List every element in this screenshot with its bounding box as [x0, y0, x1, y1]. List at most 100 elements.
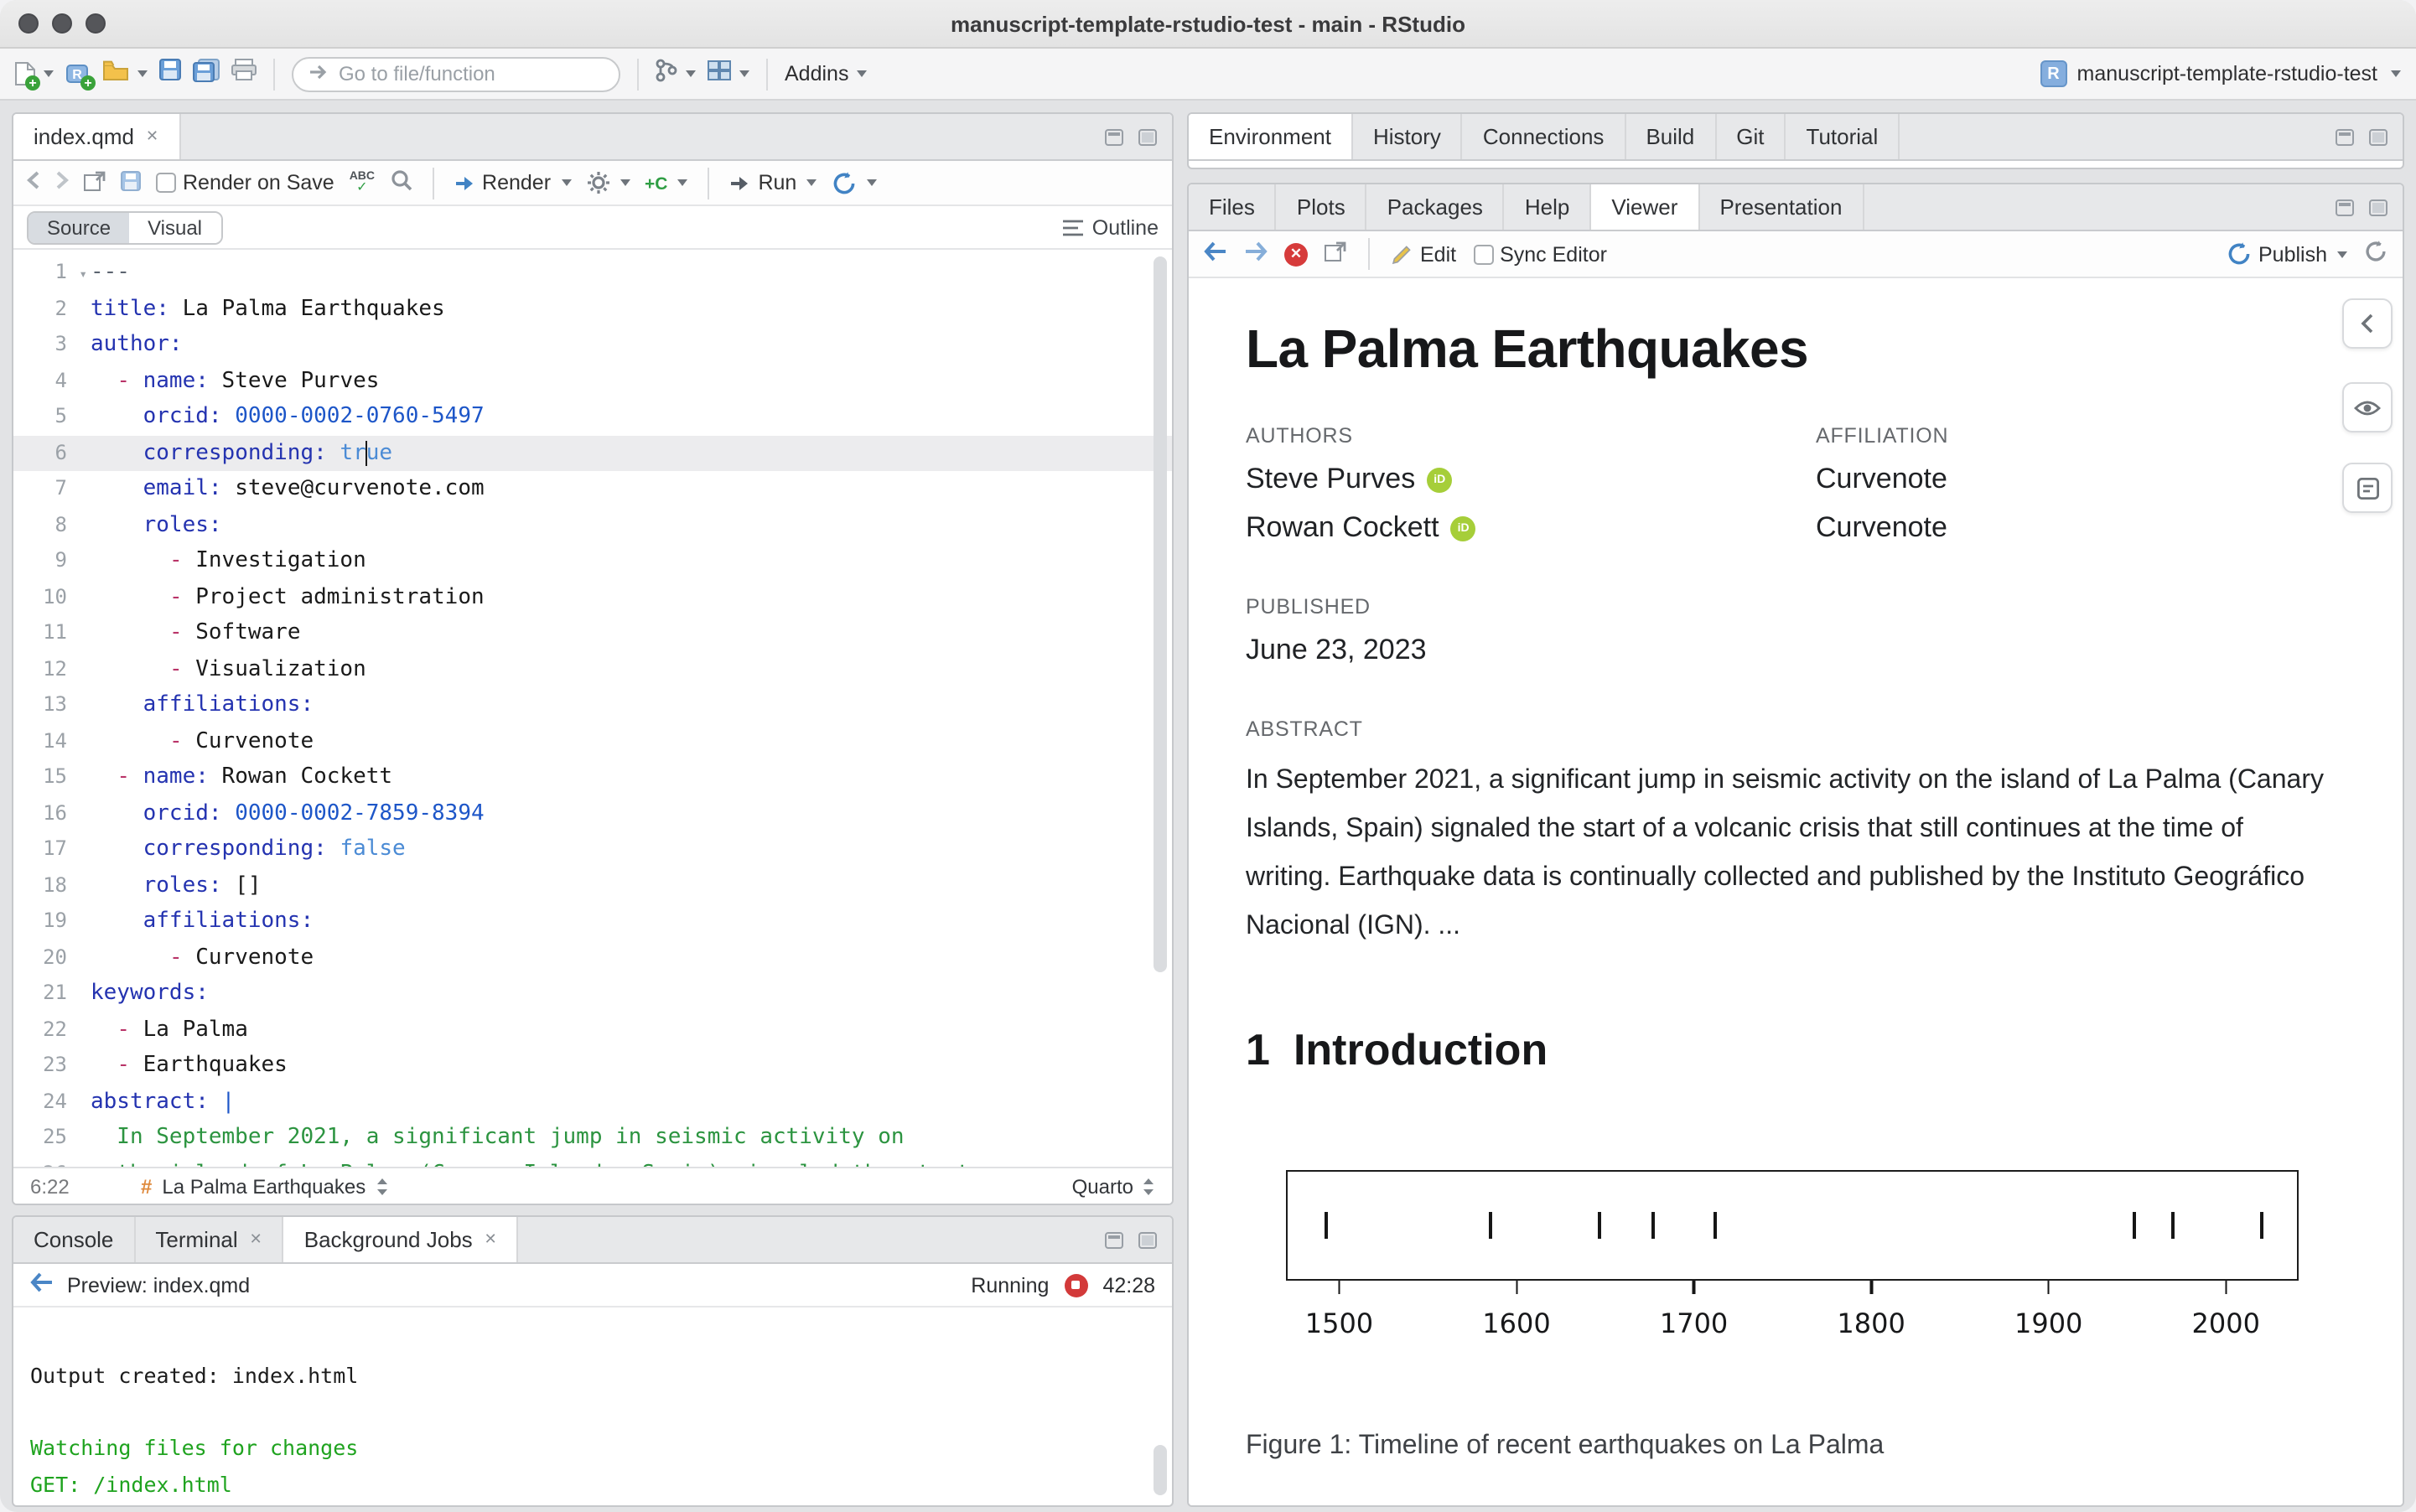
- code-line[interactable]: 14 - Curvenote: [13, 723, 1172, 759]
- tab-connections[interactable]: Connections: [1463, 114, 1626, 159]
- close-tab-icon[interactable]: ✕: [146, 127, 158, 146]
- back-button[interactable]: [27, 171, 40, 194]
- print-button[interactable]: [231, 59, 257, 89]
- code-line[interactable]: 1 ▾ ---: [13, 255, 1172, 291]
- minimize-pane-icon[interactable]: [2336, 199, 2354, 215]
- addins-menu[interactable]: Addins: [785, 62, 868, 85]
- minimize-pane-icon[interactable]: [1105, 1231, 1123, 1248]
- code-line[interactable]: 5 orcid: 0000-0002-0760-5497: [13, 399, 1172, 435]
- page-notes-button[interactable]: [2342, 463, 2393, 513]
- collapse-sidebar-button[interactable]: [2342, 298, 2393, 349]
- back-to-jobs-icon[interactable]: [30, 1272, 54, 1297]
- render-button[interactable]: Render: [454, 171, 572, 194]
- visual-mode-button[interactable]: Visual: [129, 212, 220, 242]
- stop-job-icon[interactable]: [1064, 1273, 1088, 1297]
- code-line[interactable]: 24 abstract: |: [13, 1084, 1172, 1120]
- code-line[interactable]: 13 affiliations:: [13, 687, 1172, 723]
- code-editor[interactable]: 1 ▾ --- 2 title: La Palma Earthquakes 3 author…: [13, 250, 1172, 1167]
- code-line[interactable]: 20 - Curvenote: [13, 940, 1172, 976]
- open-file-button[interactable]: [102, 59, 148, 89]
- code-line[interactable]: 6 corresponding: true: [13, 435, 1172, 471]
- code-line[interactable]: 23 - Earthquakes: [13, 1048, 1172, 1084]
- settings-button[interactable]: [586, 171, 630, 194]
- tab-terminal[interactable]: Terminal ✕: [135, 1217, 284, 1262]
- code-line[interactable]: 26 the island of La Palma (Canary Island…: [13, 1156, 1172, 1167]
- spellcheck-icon[interactable]: [350, 171, 375, 194]
- editor-scrollbar[interactable]: [1154, 256, 1167, 972]
- clear-viewer-icon[interactable]: [1284, 242, 1308, 266]
- code-line[interactable]: 3 author:: [13, 327, 1172, 363]
- version-control-button[interactable]: [656, 58, 696, 90]
- code-line[interactable]: 15 - name: Rowan Cockett: [13, 759, 1172, 795]
- source-mode-button[interactable]: Source: [29, 212, 130, 242]
- code-line[interactable]: 17 corresponding: false: [13, 831, 1172, 867]
- code-line[interactable]: 11 - Software: [13, 615, 1172, 651]
- code-line[interactable]: 8 roles:: [13, 507, 1172, 543]
- edit-button[interactable]: Edit: [1392, 242, 1456, 266]
- project-menu[interactable]: R manuscript-template-rstudio-test: [2040, 60, 2401, 87]
- viewer-back-button[interactable]: [1204, 241, 1227, 267]
- code-line[interactable]: 10 - Project administration: [13, 579, 1172, 615]
- maximize-pane-icon[interactable]: [1138, 1231, 1157, 1248]
- close-window-button[interactable]: [18, 13, 39, 34]
- search-icon[interactable]: [390, 169, 412, 196]
- code-line[interactable]: 25 In September 2021, a significant jump…: [13, 1120, 1172, 1156]
- job-output[interactable]: Output created: index.html Watching file…: [13, 1307, 1172, 1505]
- orcid-icon[interactable]: [1427, 467, 1453, 492]
- code-line[interactable]: 22 - La Palma: [13, 1012, 1172, 1048]
- code-line[interactable]: 18 roles: []: [13, 867, 1172, 904]
- viewer-forward-button[interactable]: [1244, 241, 1268, 267]
- insert-chunk-button[interactable]: [645, 171, 688, 194]
- close-tab-icon[interactable]: ✕: [485, 1230, 497, 1249]
- goto-file-search[interactable]: [292, 56, 620, 91]
- tab-index-qmd[interactable]: index.qmd ✕: [13, 114, 181, 159]
- tab-history[interactable]: History: [1353, 114, 1463, 159]
- tab-git[interactable]: Git: [1716, 114, 1786, 159]
- code-line[interactable]: 4 - name: Steve Purves: [13, 363, 1172, 399]
- tab-help[interactable]: Help: [1505, 184, 1592, 230]
- tab-packages[interactable]: Packages: [1367, 184, 1505, 230]
- tab-viewer[interactable]: Viewer: [1591, 184, 1700, 230]
- publish-button[interactable]: Publish: [2227, 241, 2347, 267]
- show-highlights-button[interactable]: [2342, 382, 2393, 432]
- save-document-button[interactable]: [121, 170, 141, 195]
- pane-layout-button[interactable]: [708, 59, 749, 89]
- doc-type-selector[interactable]: Quarto: [1072, 1174, 1155, 1198]
- minimize-pane-icon[interactable]: [1105, 128, 1123, 145]
- goto-input[interactable]: [339, 62, 604, 85]
- console-scrollbar[interactable]: [1154, 1445, 1167, 1495]
- rerun-button[interactable]: [832, 170, 878, 195]
- maximize-pane-icon[interactable]: [2369, 128, 2387, 145]
- viewer-popout-button[interactable]: [1325, 241, 1346, 267]
- code-line[interactable]: 16 orcid: 0000-0002-7859-8394: [13, 795, 1172, 831]
- new-file-button[interactable]: [15, 62, 54, 91]
- code-line[interactable]: 21 keywords:: [13, 976, 1172, 1012]
- save-button[interactable]: [159, 59, 181, 89]
- tab-environment[interactable]: Environment: [1189, 114, 1353, 159]
- outline-toggle[interactable]: Outline: [1063, 215, 1159, 239]
- render-on-save-checkbox[interactable]: Render on Save: [156, 171, 334, 194]
- sync-editor-checkbox[interactable]: Sync Editor: [1473, 242, 1607, 266]
- code-line[interactable]: 7 email: steve@curvenote.com: [13, 471, 1172, 507]
- tab-background-jobs[interactable]: Background Jobs ✕: [283, 1217, 519, 1262]
- new-project-button[interactable]: R: [65, 62, 96, 91]
- rendered-document[interactable]: La Palma Earthquakes AUTHORS AFFILIATION…: [1189, 278, 2403, 1505]
- orcid-icon[interactable]: [1450, 515, 1476, 541]
- run-button[interactable]: Run: [729, 171, 817, 194]
- code-line[interactable]: 12 - Visualization: [13, 651, 1172, 687]
- tab-console[interactable]: Console: [13, 1217, 136, 1262]
- code-line[interactable]: 2 title: La Palma Earthquakes: [13, 291, 1172, 327]
- viewer-refresh-button[interactable]: [2364, 240, 2387, 268]
- zoom-window-button[interactable]: [86, 13, 106, 34]
- save-all-button[interactable]: [193, 58, 220, 90]
- minimize-window-button[interactable]: [52, 13, 72, 34]
- close-tab-icon[interactable]: ✕: [250, 1230, 262, 1249]
- section-navigator[interactable]: # La Palma Earthquakes: [141, 1174, 389, 1198]
- popout-button[interactable]: [84, 170, 106, 195]
- tab-presentation[interactable]: Presentation: [1699, 184, 1864, 230]
- forward-button[interactable]: [55, 171, 69, 194]
- tab-plots[interactable]: Plots: [1277, 184, 1367, 230]
- tab-tutorial[interactable]: Tutorial: [1786, 114, 1900, 159]
- fold-caret-icon[interactable]: ▾: [79, 256, 87, 293]
- maximize-pane-icon[interactable]: [2369, 199, 2387, 215]
